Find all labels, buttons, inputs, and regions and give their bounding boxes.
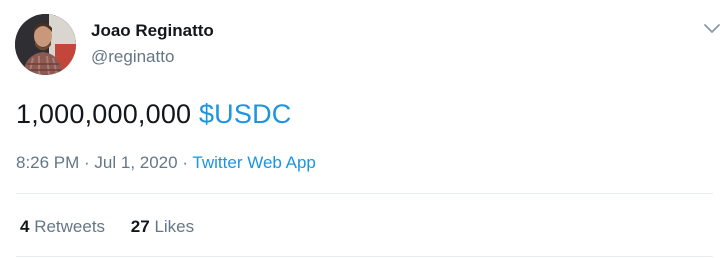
avatar[interactable] bbox=[15, 14, 76, 75]
cashtag-link[interactable]: $USDC bbox=[199, 99, 292, 129]
tweet-text: 1,000,000,000 $USDC bbox=[16, 99, 292, 130]
divider bbox=[16, 193, 713, 194]
source-link[interactable]: Twitter Web App bbox=[192, 153, 315, 172]
divider bbox=[16, 256, 713, 257]
avatar-photo bbox=[15, 14, 76, 75]
author-name[interactable]: Joao Reginatto bbox=[91, 21, 214, 41]
chevron-down-icon[interactable] bbox=[702, 18, 722, 38]
likes-count: 27 bbox=[130, 217, 150, 236]
author-handle[interactable]: @reginatto bbox=[91, 47, 174, 67]
tweet-time[interactable]: 8:26 PM bbox=[16, 153, 79, 172]
retweets-label: Retweets bbox=[29, 217, 106, 236]
tweet-stats: 4 Retweets 27 Likes bbox=[20, 217, 194, 237]
tweet-text-plain: 1,000,000,000 bbox=[16, 99, 199, 129]
tweet-date[interactable]: Jul 1, 2020 bbox=[94, 153, 177, 172]
meta-separator: · bbox=[177, 153, 193, 172]
meta-separator: · bbox=[79, 153, 95, 172]
tweet-card: Joao Reginatto @reginatto 1,000,000,000 … bbox=[0, 0, 728, 258]
retweets-stat[interactable]: 4 Retweets bbox=[20, 217, 105, 237]
likes-label: Likes bbox=[149, 217, 195, 236]
tweet-meta: 8:26 PM · Jul 1, 2020 · Twitter Web App bbox=[16, 153, 316, 173]
likes-stat[interactable]: 27 Likes bbox=[131, 217, 194, 237]
